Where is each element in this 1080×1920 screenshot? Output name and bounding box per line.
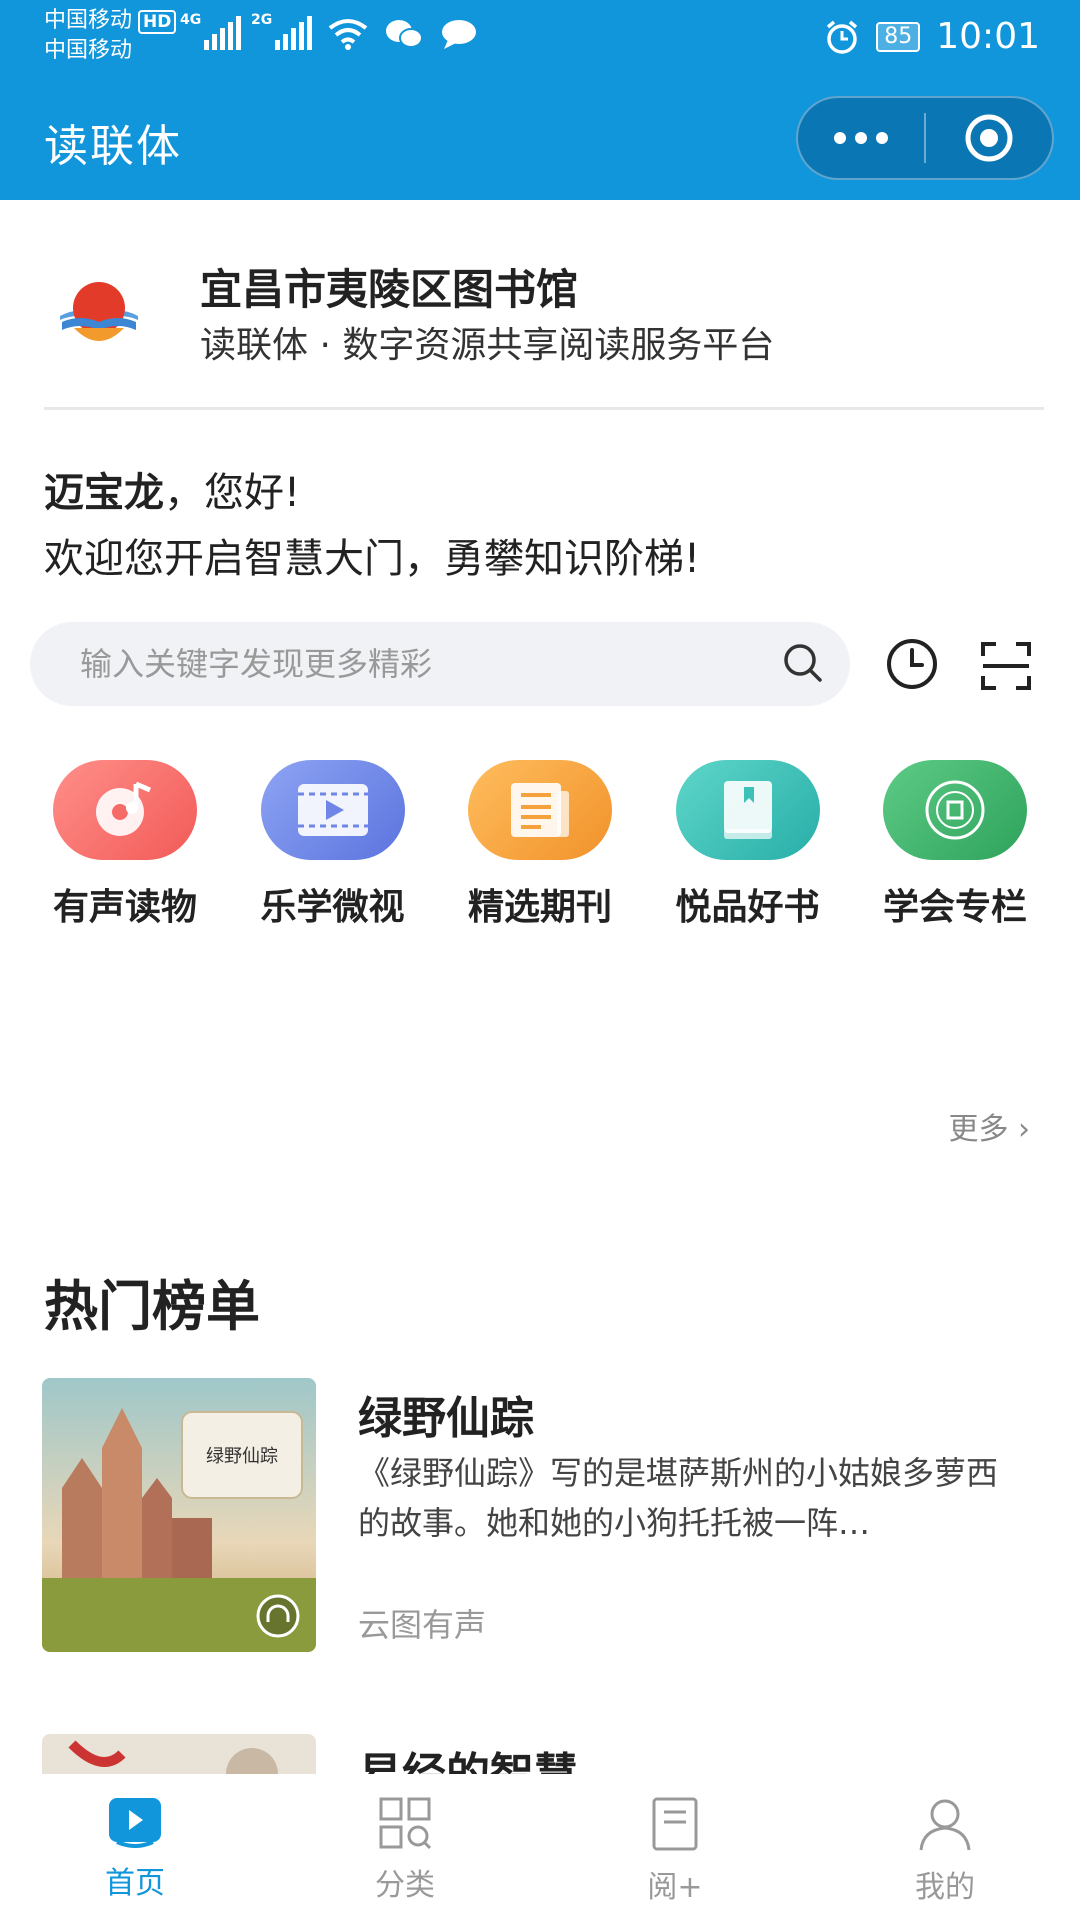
- category-column[interactable]: 学会专栏: [860, 760, 1050, 950]
- page: 中国移动 HD 中国移动 4G 2G 85 10:01 读联体 宜昌市夷陵区图书…: [0, 0, 1080, 1920]
- carrier-info: 中国移动 HD 中国移动: [44, 6, 177, 66]
- tab-label: 分类: [375, 1868, 435, 1903]
- wifi-icon: [328, 19, 368, 50]
- network-2-label: 2G: [251, 12, 273, 28]
- mini-program-capsule: [796, 96, 1054, 180]
- app-title: 读联体: [44, 121, 182, 172]
- user-name: 迈宝龙: [44, 470, 164, 516]
- signal-1-icon: 4G: [180, 12, 241, 50]
- book-cover: 绿野仙踪: [42, 1378, 316, 1652]
- category-row: 有声读物 乐学微视 精选期刊 悦品好书 学会专栏: [30, 760, 1050, 950]
- library-subtitle: 读联体 · 数字资源共享阅读服务平台: [200, 325, 775, 366]
- tab-home[interactable]: 首页: [0, 1774, 270, 1920]
- scan-icon[interactable]: [980, 640, 1032, 692]
- category-grid-icon: [379, 1797, 432, 1850]
- greeting-hello: ，您好!: [164, 470, 301, 516]
- battery-indicator: 85: [876, 21, 921, 52]
- user-icon: [919, 1799, 971, 1851]
- tab-label: 阅+: [647, 1870, 703, 1905]
- status-right: 85 10:01: [824, 16, 1040, 57]
- library-logo: [60, 282, 138, 341]
- book-source: 云图有声: [358, 1606, 487, 1644]
- more-dots-icon: [834, 132, 888, 144]
- book-description: 《绿野仙踪》写的是堪萨斯州的小姑娘多萝西的故事。她和她的小狗托托被一阵…: [358, 1454, 999, 1542]
- category-journal[interactable]: 精选期刊: [445, 760, 635, 950]
- cover-title: 绿野仙踪: [206, 1446, 278, 1467]
- greeting: 迈宝龙，您好! 欢迎您开启智慧大门，勇攀知识阶梯!: [44, 460, 700, 592]
- tab-category[interactable]: 分类: [270, 1774, 540, 1920]
- signal-2-icon: 2G: [251, 12, 312, 50]
- library-header: 宜昌市夷陵区图书馆 读联体 · 数字资源共享阅读服务平台: [44, 250, 1044, 410]
- history-clock-icon[interactable]: [884, 636, 940, 692]
- carrier-1: 中国移动: [44, 8, 133, 33]
- chevron-right-icon: ›: [1018, 1112, 1030, 1147]
- carrier-2: 中国移动: [44, 38, 133, 63]
- status-time: 10:01: [936, 16, 1040, 57]
- book-title: 绿野仙踪: [358, 1393, 534, 1444]
- network-1-label: 4G: [180, 12, 202, 28]
- top-bar: 中国移动 HD 中国移动 4G 2G 85 10:01 读联体: [0, 0, 1080, 200]
- newspaper-icon: [468, 760, 612, 860]
- tab-label: 首页: [105, 1866, 165, 1901]
- category-label: 学会专栏: [882, 887, 1027, 928]
- hd-badge: HD: [138, 10, 177, 34]
- book-icon: [675, 760, 820, 860]
- target-circle-icon: [965, 114, 1013, 162]
- wechat-icon: [386, 20, 423, 48]
- document-icon: [652, 1797, 698, 1851]
- search-input[interactable]: [80, 622, 780, 706]
- more-link[interactable]: 更多 ›: [948, 1104, 1030, 1148]
- category-label: 乐学微视: [260, 887, 405, 928]
- seal-icon: [883, 760, 1027, 860]
- home-book-icon: [109, 1798, 161, 1848]
- greeting-message: 欢迎您开启智慧大门，勇攀知识阶梯!: [44, 536, 701, 582]
- category-audio[interactable]: 有声读物: [30, 760, 220, 950]
- bottom-tab-bar: 首页 分类 阅+ 我的: [0, 1774, 1080, 1920]
- category-video[interactable]: 乐学微视: [238, 760, 428, 950]
- search-bar: [30, 622, 850, 706]
- video-icon: [260, 760, 405, 860]
- alarm-icon: [827, 20, 858, 54]
- category-label: 悦品好书: [675, 887, 820, 928]
- audio-disc-icon: [53, 760, 197, 860]
- tab-label: 我的: [915, 1870, 975, 1905]
- library-name: 宜昌市夷陵区图书馆: [200, 265, 579, 314]
- close-mini-program-button[interactable]: [926, 98, 1052, 178]
- more-options-button[interactable]: [798, 98, 924, 178]
- search-icon[interactable]: [780, 640, 826, 686]
- more-label: 更多: [948, 1112, 1009, 1147]
- category-label: 精选期刊: [467, 887, 612, 928]
- message-icon: [442, 20, 476, 49]
- category-label: 有声读物: [52, 887, 197, 928]
- status-bar: 中国移动 HD 中国移动 4G 2G 85 10:01: [0, 0, 1080, 78]
- tab-mine[interactable]: 我的: [810, 1774, 1080, 1920]
- tab-read-plus[interactable]: 阅+: [540, 1774, 810, 1920]
- category-books[interactable]: 悦品好书: [653, 760, 843, 950]
- hot-list-title: 热门榜单: [44, 1275, 260, 1338]
- book-item[interactable]: 绿野仙踪 绿野仙踪 《绿野仙踪》写的是堪萨斯州的小姑娘多萝西的故事。她和她的小狗…: [42, 1378, 1042, 1658]
- signal-group: 4G 2G: [180, 12, 478, 50]
